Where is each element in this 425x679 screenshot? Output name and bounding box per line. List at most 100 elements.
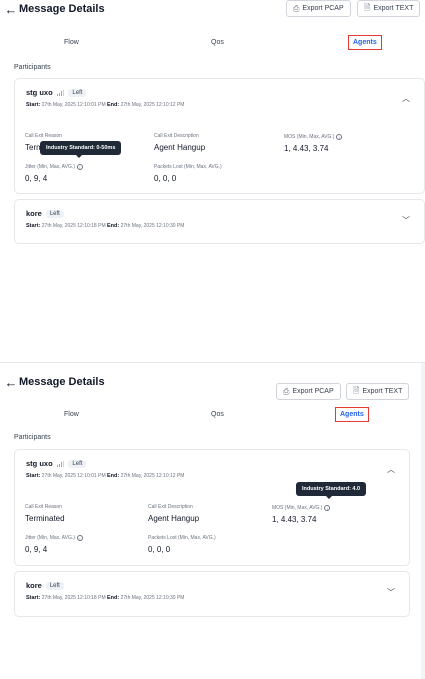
- info-icon[interactable]: i: [336, 134, 343, 140]
- packets-lost-value: 0, 0, 0: [154, 174, 177, 183]
- jitter-value: 0, 9, 4: [25, 545, 48, 554]
- participant-card-kore[interactable]: kore Left Start: 27th May, 2025 12:10:18…: [14, 199, 425, 244]
- start-label: Start:: [26, 473, 41, 479]
- jitter-field: Jitter (Min, Max, AVG.) i 0, 9, 4: [25, 164, 83, 183]
- export-pcap-button[interactable]: ⎙ Export PCAP: [276, 383, 341, 400]
- status-badge: Left: [45, 209, 64, 218]
- exit-description-field: Call Exit Description Agent Hangup: [154, 133, 205, 152]
- tab-agents[interactable]: Agents: [335, 407, 369, 422]
- tab-bar: Flow Qos Agents: [0, 407, 425, 425]
- chevron-up-icon[interactable]: ︿: [402, 93, 410, 104]
- packets-lost-value: 0, 0, 0: [148, 545, 171, 554]
- end-label: End:: [107, 473, 120, 479]
- export-text-label: Export TEXT: [362, 388, 403, 395]
- call-times: Start: 27th May, 2025 12:10:18 PM End: 2…: [26, 223, 184, 229]
- page-title: Message Details: [19, 376, 105, 388]
- exit-reason-value: Terminated: [25, 514, 65, 523]
- export-pcap-label: Export PCAP: [302, 5, 344, 12]
- start-time: 27th May, 2025 12:10:01 PM: [41, 473, 106, 479]
- jitter-label-row: Jitter (Min, Max, AVG.) i: [25, 164, 83, 170]
- end-label: End:: [107, 595, 120, 601]
- participant-card-kore[interactable]: kore Left Start: 27th May, 2025 12:10:18…: [14, 571, 410, 617]
- exit-reason-field: Call Exit Reason Terminated: [25, 504, 65, 523]
- participant-name-row: stg uxo Left: [26, 88, 87, 97]
- info-icon[interactable]: i: [76, 535, 83, 541]
- info-icon[interactable]: i: [324, 505, 331, 511]
- mos-label: MOS (Min, Max, AVG.): [272, 505, 323, 511]
- end-label: End:: [107, 102, 120, 108]
- tab-flow[interactable]: Flow: [64, 411, 79, 418]
- export-pcap-label: Export PCAP: [292, 388, 334, 395]
- start-label: Start:: [26, 223, 41, 229]
- participant-name-row: stg uxo Left: [26, 459, 87, 468]
- document-icon: 🗎: [364, 2, 371, 12]
- status-badge: Left: [45, 581, 64, 590]
- participants-heading: Participants: [14, 64, 51, 71]
- packets-lost-label: Packets Lost (Min, Max, AVG.): [148, 535, 216, 541]
- end-time: 27th May, 2025 12:10:12 PM: [120, 473, 185, 479]
- mos-label-row: MOS (Min, Max, AVG.) i: [272, 505, 331, 511]
- exit-description-field: Call Exit Description Agent Hangup: [148, 504, 199, 523]
- start-time: 27th May, 2025 12:10:18 PM: [41, 223, 106, 229]
- end-time: 27th May, 2025 12:10:30 PM: [120, 595, 185, 601]
- chevron-up-icon[interactable]: ︿: [387, 464, 395, 475]
- start-label: Start:: [26, 595, 41, 601]
- participant-name: stg uxo: [26, 459, 53, 468]
- jitter-label: Jitter (Min, Max, AVG.): [25, 164, 75, 170]
- status-badge: Left: [68, 459, 87, 468]
- jitter-label-row: Jitter (Min, Max, AVG.) i: [25, 535, 83, 541]
- exit-reason-label: Call Exit Reason: [25, 504, 62, 510]
- end-time: 27th May, 2025 12:10:30 PM: [120, 223, 185, 229]
- participant-name: kore: [26, 581, 42, 590]
- tab-flow[interactable]: Flow: [64, 39, 79, 46]
- start-label: Start:: [26, 102, 41, 108]
- tab-agents[interactable]: Agents: [348, 35, 382, 50]
- arrow-left-icon[interactable]: ←: [4, 375, 18, 390]
- tab-bar: Flow Qos Agents: [0, 35, 425, 53]
- call-times: Start: 27th May, 2025 12:10:01 PM End: 2…: [26, 102, 184, 108]
- chevron-down-icon[interactable]: ﹀: [402, 215, 410, 226]
- signal-strength-icon: [56, 89, 65, 96]
- exit-description-value: Agent Hangup: [148, 514, 200, 523]
- mos-field: MOS (Min, Max, AVG.) i 1, 4.43, 3.74: [284, 134, 343, 153]
- document-icon: 🗎: [353, 385, 360, 395]
- end-label: End:: [107, 223, 120, 229]
- packets-lost-label: Packets Lost (Min, Max, AVG.): [154, 164, 222, 170]
- participant-name-row: kore Left: [26, 581, 64, 590]
- participants-heading: Participants: [14, 434, 51, 441]
- info-icon[interactable]: i: [76, 164, 83, 170]
- exit-reason-label: Call Exit Reason: [25, 133, 62, 139]
- mos-value: 1, 4.43, 3.74: [284, 144, 329, 153]
- export-icon: ⎙: [283, 386, 290, 396]
- chevron-down-icon[interactable]: ﹀: [387, 587, 395, 598]
- export-pcap-button[interactable]: ⎙ Export PCAP: [286, 0, 351, 17]
- message-details-panel-mos-tooltip: ← Message Details ⎙ Export PCAP 🗎 Export…: [0, 362, 425, 679]
- scrollbar[interactable]: [421, 363, 425, 679]
- export-text-label: Export TEXT: [373, 5, 414, 12]
- jitter-field: Jitter (Min, Max, AVG.) i 0, 9, 4: [25, 535, 83, 554]
- exit-description-label: Call Exit Description: [154, 133, 199, 139]
- jitter-value: 0, 9, 4: [25, 174, 48, 183]
- export-icon: ⎙: [293, 3, 300, 13]
- header: ← Message Details ⎙ Export PCAP 🗎 Export…: [0, 0, 425, 18]
- exit-description-label: Call Exit Description: [148, 504, 193, 510]
- participant-card-stg-uxo[interactable]: stg uxo Left Start: 27th May, 2025 12:10…: [14, 78, 425, 194]
- status-badge: Left: [68, 88, 87, 97]
- participant-name: stg uxo: [26, 88, 53, 97]
- tab-qos[interactable]: Qos: [211, 39, 224, 46]
- mos-field: MOS (Min, Max, AVG.) i 1, 4.43, 3.74: [272, 505, 331, 524]
- jitter-label: Jitter (Min, Max, AVG.): [25, 535, 75, 541]
- call-times: Start: 27th May, 2025 12:10:18 PM End: 2…: [26, 595, 184, 601]
- header: ← Message Details ⎙ Export PCAP 🗎 Export…: [0, 373, 425, 400]
- participant-card-stg-uxo[interactable]: stg uxo Left Start: 27th May, 2025 12:10…: [14, 449, 410, 566]
- mos-value: 1, 4.43, 3.74: [272, 515, 317, 524]
- start-time: 27th May, 2025 12:10:01 PM: [41, 102, 106, 108]
- start-time: 27th May, 2025 12:10:18 PM: [41, 595, 106, 601]
- tab-qos[interactable]: Qos: [211, 411, 224, 418]
- participant-name-row: kore Left: [26, 209, 64, 218]
- arrow-left-icon[interactable]: ←: [4, 2, 18, 17]
- packets-lost-field: Packets Lost (Min, Max, AVG.) 0, 0, 0: [154, 164, 222, 183]
- mos-label-row: MOS (Min, Max, AVG.) i: [284, 134, 343, 140]
- export-text-button[interactable]: 🗎 Export TEXT: [346, 383, 410, 400]
- export-text-button[interactable]: 🗎 Export TEXT: [357, 0, 421, 17]
